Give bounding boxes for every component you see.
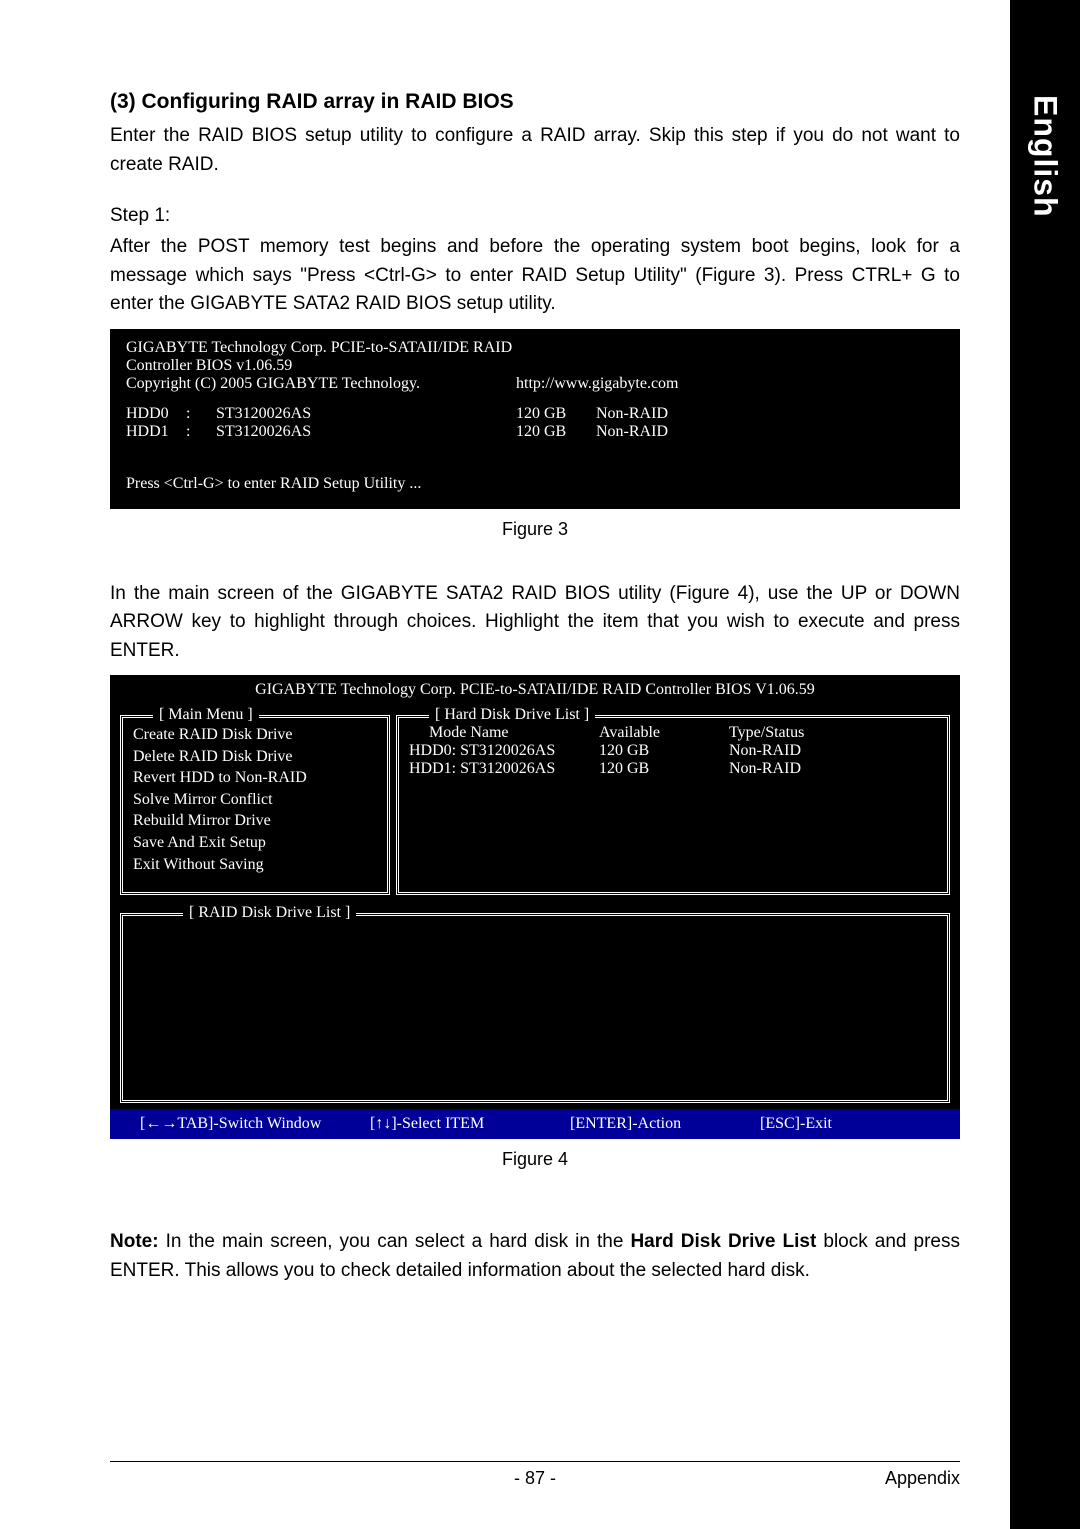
drive-status: Non-RAID — [596, 405, 668, 423]
bios-header-line1: GIGABYTE Technology Corp. PCIE-to-SATAII… — [126, 339, 516, 375]
drive-colon: : — [186, 423, 216, 441]
drive-slot: HDD1 — [126, 423, 186, 441]
raid-list-label: [ RAID Disk Drive List ] — [183, 904, 356, 922]
section-title: (3) Configuring RAID array in RAID BIOS — [110, 90, 960, 114]
raid-list-panel: [ RAID Disk Drive List ] — [120, 913, 950, 1103]
drive-model: ST3120026AS — [216, 423, 516, 441]
hdd-col-header: Available — [599, 724, 729, 742]
hdd-cell: HDD0: ST3120026AS — [409, 742, 599, 760]
hdd-cell: Non-RAID — [729, 742, 937, 760]
hdd-list-panel: [ Hard Disk Drive List ] Mode Name HDD0:… — [396, 715, 950, 895]
side-tab: English — [1010, 0, 1080, 1529]
hdd-cell: Non-RAID — [729, 760, 937, 778]
drive-slot: HDD0 — [126, 405, 186, 423]
footer-hint: [↑↓]-Select ITEM — [370, 1115, 570, 1133]
page-footer: - 87 - Appendix — [110, 1461, 960, 1489]
drive-size: 120 GB — [516, 405, 596, 423]
bios-url: http://www.gigabyte.com — [516, 375, 944, 393]
drive-size: 120 GB — [516, 423, 596, 441]
menu-item: Save And Exit Setup — [133, 832, 377, 854]
middle-text: In the main screen of the GIGABYTE SATA2… — [110, 580, 960, 666]
step-text: After the POST memory test begins and be… — [110, 233, 960, 319]
bios-post-screen: GIGABYTE Technology Corp. PCIE-to-SATAII… — [110, 329, 960, 509]
hdd-cell: 120 GB — [599, 742, 729, 760]
main-menu-label: [ Main Menu ] — [153, 706, 259, 724]
footer-section: Appendix — [885, 1468, 960, 1489]
menu-item: Rebuild Mirror Drive — [133, 810, 377, 832]
main-menu-panel: [ Main Menu ] Create RAID Disk Drive Del… — [120, 715, 390, 895]
side-tab-text: English — [1027, 95, 1064, 218]
bios-utility-screen: GIGABYTE Technology Corp. PCIE-to-SATAII… — [110, 675, 960, 1139]
note-label: Note: — [110, 1231, 159, 1252]
page-number: - 87 - — [514, 1468, 556, 1489]
note-section: Note: In the main screen, you can select… — [110, 1228, 960, 1285]
footer-hint: [ESC]-Exit — [760, 1115, 832, 1133]
step-label: Step 1: — [110, 205, 960, 227]
figure-3-caption: Figure 3 — [110, 519, 960, 540]
hdd-col-header: Mode Name — [409, 724, 599, 742]
drive-status: Non-RAID — [596, 423, 668, 441]
intro-text: Enter the RAID BIOS setup utility to con… — [110, 122, 960, 179]
footer-hint: [ENTER]-Action — [570, 1115, 760, 1133]
hdd-cell: HDD1: ST3120026AS — [409, 760, 599, 778]
note-bold: Hard Disk Drive List — [630, 1231, 816, 1252]
hdd-cell: 120 GB — [599, 760, 729, 778]
bios-header-line2: Copyright (C) 2005 GIGABYTE Technology. — [126, 375, 516, 393]
hdd-col-header: Type/Status — [729, 724, 937, 742]
menu-item: Solve Mirror Conflict — [133, 789, 377, 811]
footer-hint: [←→TAB]-Switch Window — [140, 1115, 370, 1133]
bios-prompt: Press <Ctrl-G> to enter RAID Setup Utili… — [126, 475, 944, 493]
bios-drive-row: HDD0 : ST3120026AS 120 GB Non-RAID — [126, 405, 944, 423]
drive-colon: : — [186, 405, 216, 423]
menu-item: Revert HDD to Non-RAID — [133, 767, 377, 789]
figure-4-caption: Figure 4 — [110, 1149, 960, 1170]
bios-footer-bar: [←→TAB]-Switch Window [↑↓]-Select ITEM [… — [110, 1109, 960, 1139]
menu-item: Create RAID Disk Drive — [133, 724, 377, 746]
note-text-1: In the main screen, you can select a har… — [159, 1231, 631, 1252]
menu-item: Delete RAID Disk Drive — [133, 746, 377, 768]
hdd-list-label: [ Hard Disk Drive List ] — [429, 706, 595, 724]
drive-model: ST3120026AS — [216, 405, 516, 423]
menu-item: Exit Without Saving — [133, 854, 377, 876]
bios-utility-header: GIGABYTE Technology Corp. PCIE-to-SATAII… — [120, 681, 950, 699]
bios-drive-row: HDD1 : ST3120026AS 120 GB Non-RAID — [126, 423, 944, 441]
